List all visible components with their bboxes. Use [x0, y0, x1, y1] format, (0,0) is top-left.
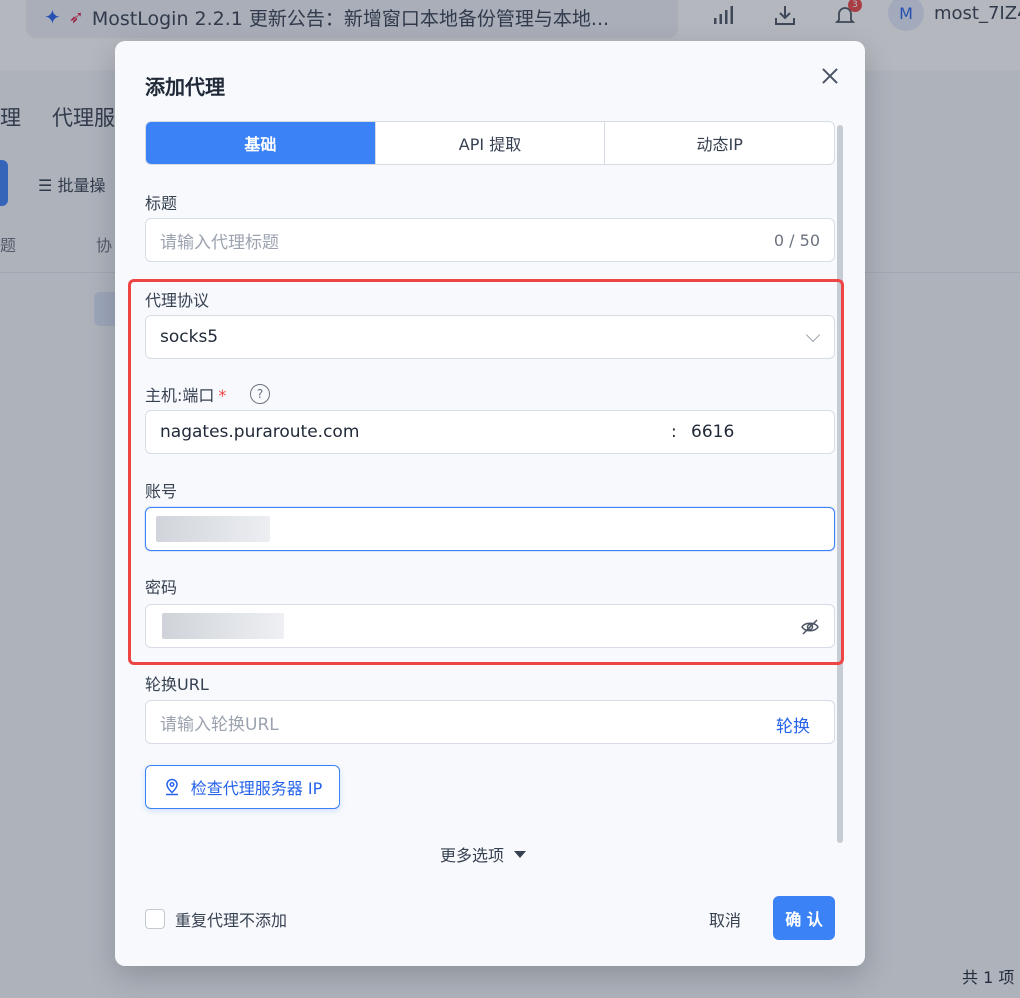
port-separator: :	[671, 422, 677, 442]
rotate-url-placeholder: 请输入轮换URL	[160, 714, 279, 735]
tab-bar: 基础 API 提取 动态IP	[145, 121, 835, 165]
scrollbar[interactable]	[837, 125, 843, 843]
more-options-toggle[interactable]: 更多选项	[440, 842, 527, 866]
chevron-down-icon	[805, 327, 821, 343]
title-label: 标题	[145, 194, 178, 213]
host-port-label: 主机:端口 *	[145, 386, 227, 405]
account-label: 账号	[145, 482, 178, 501]
tab-basic[interactable]: 基础	[146, 122, 376, 164]
help-icon[interactable]: ?	[250, 384, 270, 404]
host-value[interactable]: nagates.puraroute.com	[160, 422, 359, 442]
redacted-value	[162, 613, 284, 639]
char-counter: 0 / 50	[773, 231, 820, 250]
tab-api-extract[interactable]: API 提取	[376, 122, 606, 164]
account-input[interactable]	[145, 507, 835, 551]
rotate-url-input[interactable]: 请输入轮换URL 轮换	[145, 700, 835, 744]
password-label: 密码	[145, 578, 178, 597]
protocol-select[interactable]: socks5	[145, 315, 835, 359]
port-value[interactable]: 6616	[691, 422, 734, 442]
add-proxy-dialog: 添加代理 基础 API 提取 动态IP 标题 请输入代理标题 0 / 50 代理…	[115, 41, 865, 966]
dialog-title: 添加代理	[145, 75, 225, 99]
location-pin-icon	[165, 778, 178, 796]
redacted-value	[156, 516, 270, 542]
skip-duplicate-checkbox[interactable]	[145, 909, 165, 929]
title-input[interactable]: 请输入代理标题 0 / 50	[145, 218, 835, 262]
check-proxy-ip-button[interactable]: 检查代理服务器 IP	[145, 765, 340, 809]
password-input[interactable]	[145, 604, 835, 648]
title-placeholder: 请输入代理标题	[160, 232, 279, 253]
eye-off-icon[interactable]	[800, 617, 820, 637]
more-options-label: 更多选项	[440, 846, 505, 865]
protocol-value: socks5	[160, 327, 219, 347]
check-proxy-ip-label: 检查代理服务器 IP	[190, 779, 323, 798]
caret-down-icon	[514, 850, 527, 858]
close-icon[interactable]	[817, 63, 843, 89]
confirm-button[interactable]: 确 认	[773, 896, 835, 940]
rotate-button[interactable]: 轮换	[776, 712, 810, 737]
cancel-button[interactable]: 取消	[709, 907, 741, 931]
tab-dynamic-ip[interactable]: 动态IP	[605, 122, 834, 164]
protocol-label: 代理协议	[145, 291, 210, 310]
skip-duplicate-option[interactable]: 重复代理不添加	[145, 907, 287, 931]
required-mark: *	[218, 386, 227, 405]
rotate-url-label: 轮换URL	[145, 675, 209, 694]
host-port-input[interactable]: nagates.puraroute.com : 6616	[145, 410, 835, 454]
skip-duplicate-label: 重复代理不添加	[175, 911, 288, 930]
